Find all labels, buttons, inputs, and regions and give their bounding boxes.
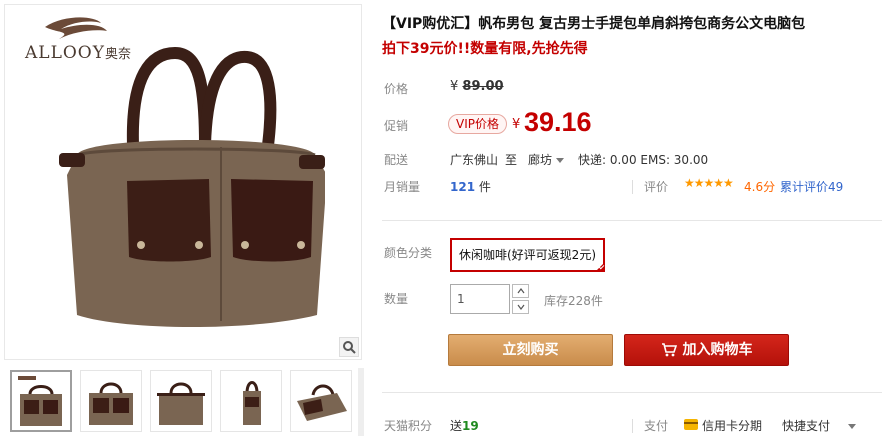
original-price: ¥ 89.00 — [450, 79, 504, 94]
sales-label: 月销量 — [384, 180, 421, 194]
promo-label: 促销 — [384, 119, 409, 133]
bag-side-icon — [243, 381, 261, 425]
thumbnail-3[interactable] — [150, 370, 212, 432]
quantity-decrement-button[interactable] — [512, 300, 529, 314]
thumbnail-4[interactable] — [220, 370, 282, 432]
product-info-panel: 【VIP购优汇】帆布男包 复古男士手提包单肩斜挎包商务公文电脑包 拍下39元价!… — [382, 0, 882, 441]
payment-label: 支付 — [644, 419, 669, 433]
sku-option-selected[interactable]: 休闲咖啡(好评可返现2元) — [450, 238, 605, 272]
selected-check-icon — [595, 262, 605, 272]
buy-now-button[interactable]: 立刻购买 — [448, 334, 613, 366]
divider — [632, 180, 633, 194]
thumb-active-pointer — [38, 370, 50, 372]
bag-front-with-logo-icon — [18, 376, 62, 426]
divider — [632, 419, 633, 433]
star-rating-icon: ★★★★★ — [684, 176, 734, 190]
promo-price: 39.16 — [524, 107, 592, 137]
thumbnail-1[interactable] — [10, 370, 72, 432]
ship-destination-select[interactable]: 廊坊 — [528, 151, 564, 168]
thumbnail-strip — [4, 368, 364, 436]
chevron-down-icon — [555, 158, 564, 163]
shipping-fees: 快递: 0.00 EMS: 30.00 — [578, 153, 709, 167]
points-value: 送19 — [450, 419, 479, 433]
chevron-down-icon — [517, 304, 524, 310]
quantity-label: 数量 — [384, 292, 409, 306]
shipping-label: 配送 — [384, 153, 409, 167]
rating-label: 评价 — [644, 180, 669, 194]
shopping-cart-icon — [661, 343, 677, 357]
section-divider — [382, 220, 882, 221]
ship-to-word: 至 — [505, 153, 518, 167]
product-bag-image — [59, 46, 325, 327]
add-to-cart-label: 加入购物车 — [682, 342, 753, 358]
bag-back-icon — [157, 382, 205, 425]
chevron-up-icon — [517, 288, 524, 294]
review-count-link[interactable]: 累计评价49 — [780, 178, 843, 195]
points-label: 天猫积分 — [384, 419, 433, 433]
product-title: 【VIP购优汇】帆布男包 复古男士手提包单肩斜挎包商务公文电脑包 — [382, 16, 806, 32]
stock-count: 库存228件 — [544, 294, 603, 308]
thumbnail-scrollbar[interactable] — [358, 368, 364, 436]
bag-front-icon — [89, 382, 133, 425]
vip-price-badge: VIP价格 — [448, 114, 507, 134]
product-gallery: ALLOOY奥奈 — [0, 0, 366, 441]
price-label: 价格 — [384, 82, 409, 96]
main-product-image[interactable]: ALLOOY奥奈 — [4, 4, 362, 360]
zoom-icon[interactable] — [339, 337, 359, 357]
chevron-down-icon — [847, 424, 856, 429]
thumbnail-2[interactable] — [80, 370, 142, 432]
promo-currency: ¥ — [512, 117, 521, 132]
quick-pay-select[interactable]: 快捷支付 — [782, 417, 856, 434]
credit-installment-link[interactable]: 信用卡分期 — [702, 417, 762, 434]
sku-label: 颜色分类 — [384, 246, 433, 260]
ship-from: 广东佛山 — [450, 153, 499, 167]
promo-line: 拍下39元价!!数量有限,先抢先得 — [382, 41, 588, 57]
thumbnail-5[interactable] — [290, 370, 352, 432]
bag-angle-icon — [297, 384, 347, 421]
rating-value: 4.6分 — [744, 180, 776, 194]
monthly-sales: 121 件 — [450, 180, 491, 194]
credit-card-icon — [684, 419, 698, 430]
add-to-cart-button[interactable]: 加入购物车 — [624, 334, 789, 366]
quantity-input[interactable] — [450, 284, 510, 314]
quantity-increment-button[interactable] — [512, 284, 529, 298]
section-divider — [382, 392, 882, 393]
